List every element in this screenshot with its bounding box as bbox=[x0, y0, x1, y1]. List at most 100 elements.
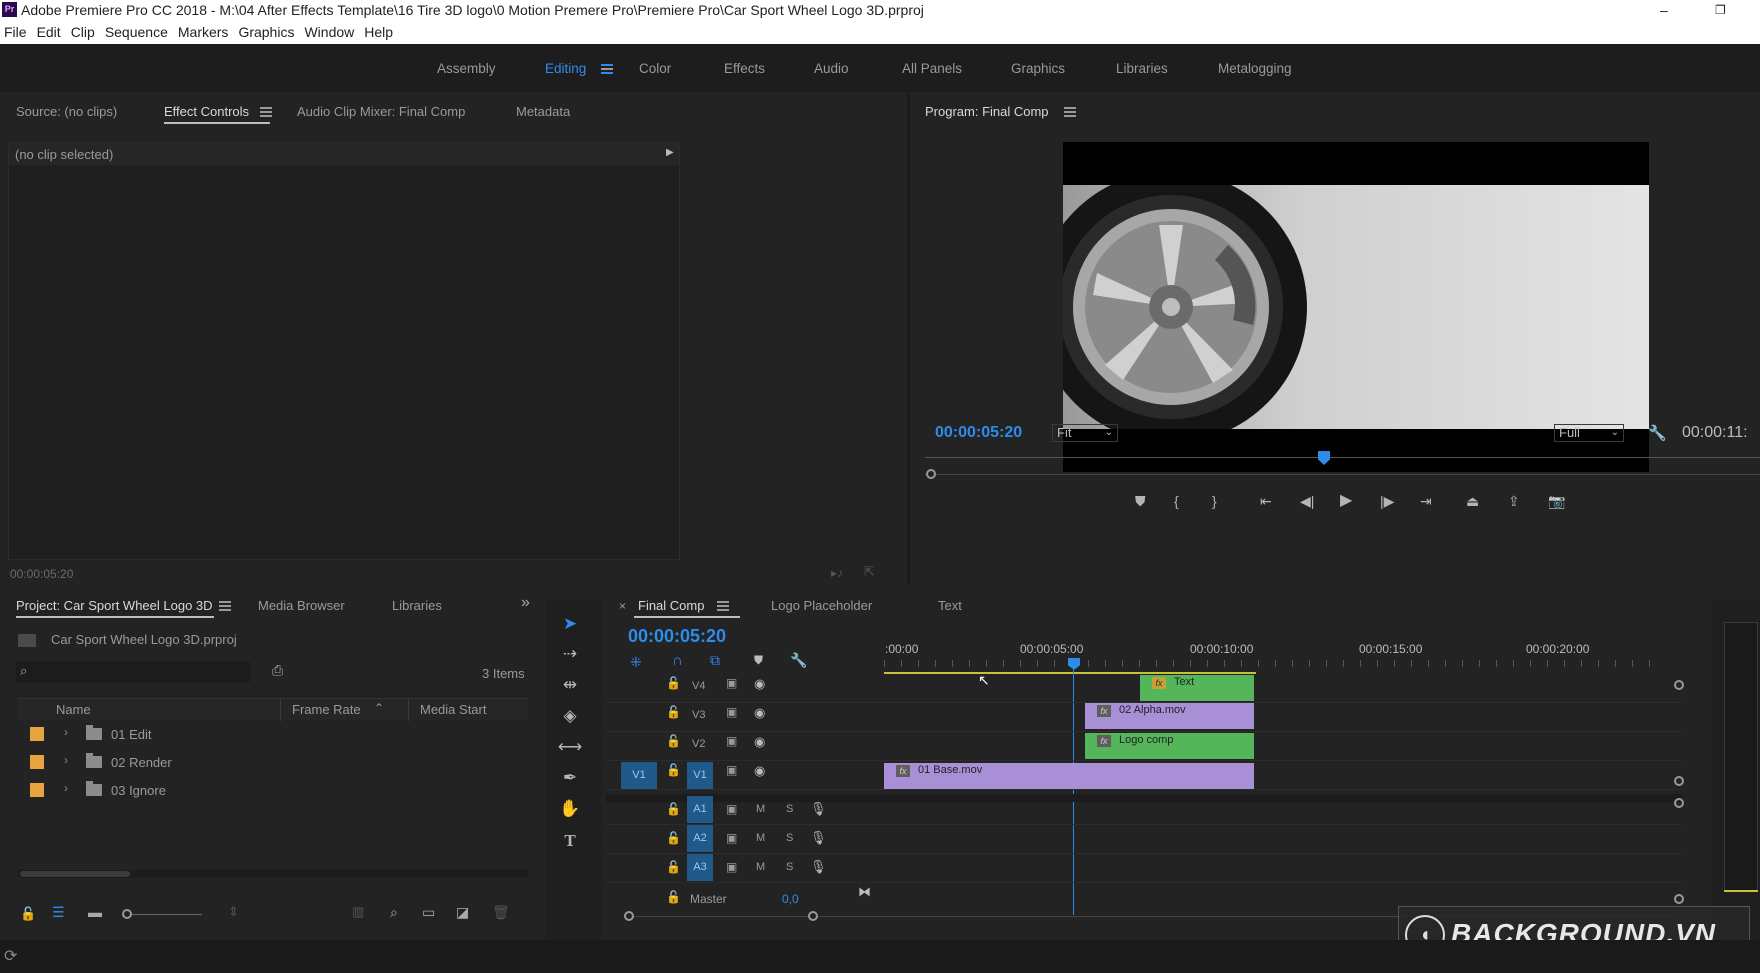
timeline-timecode[interactable]: 00:00:05:20 bbox=[628, 626, 726, 647]
tab-source[interactable]: Source: (no clips) bbox=[16, 104, 117, 119]
workspace-libraries[interactable]: Libraries bbox=[1116, 61, 1168, 76]
vertical-zoom-handle[interactable] bbox=[1674, 680, 1684, 690]
workspace-assembly[interactable]: Assembly bbox=[437, 61, 496, 76]
lock-icon[interactable]: 🔓 bbox=[666, 676, 681, 690]
microphone-icon[interactable]: 🎙 bbox=[810, 801, 827, 817]
scroll-handle-right[interactable] bbox=[808, 911, 818, 921]
eye-icon[interactable]: ◉ bbox=[754, 676, 765, 692]
scroll-handle-left[interactable] bbox=[624, 911, 634, 921]
workspace-editing[interactable]: Editing bbox=[545, 61, 586, 76]
mute-button[interactable]: M bbox=[756, 832, 765, 844]
workspace-effects[interactable]: Effects bbox=[724, 61, 765, 76]
microphone-icon[interactable]: 🎙 bbox=[810, 830, 827, 846]
go-to-in-icon[interactable]: ⇤ bbox=[1260, 492, 1272, 510]
minimize-button[interactable]: – bbox=[1660, 0, 1668, 20]
tab-effect-controls[interactable]: Effect Controls bbox=[164, 104, 249, 119]
source-patch-v1[interactable]: V1 bbox=[621, 762, 657, 789]
horizontal-scrollbar[interactable] bbox=[18, 870, 528, 878]
workspace-menu-icon[interactable] bbox=[601, 64, 613, 74]
tab-media-browser[interactable]: Media Browser bbox=[258, 598, 345, 613]
close-tab-icon[interactable]: × bbox=[619, 599, 626, 613]
extract-icon[interactable]: ⇪ bbox=[1508, 492, 1520, 510]
zoom-slider[interactable] bbox=[122, 914, 202, 915]
workspace-color[interactable]: Color bbox=[639, 61, 671, 76]
timeline-settings-wrench-icon[interactable]: 🔧 bbox=[790, 652, 807, 669]
lock-icon[interactable]: 🔓 bbox=[666, 705, 681, 719]
slip-tool-icon[interactable]: ⟷ bbox=[557, 734, 583, 760]
column-frame-rate[interactable]: Frame Rate bbox=[292, 702, 361, 717]
solo-button[interactable]: S bbox=[786, 832, 793, 844]
list-view-icon[interactable]: ☰ bbox=[52, 904, 65, 921]
go-to-out-icon[interactable]: ⇥ bbox=[1420, 492, 1432, 510]
vertical-zoom-handle[interactable] bbox=[1674, 894, 1684, 904]
menu-window[interactable]: Window bbox=[304, 24, 354, 40]
tab-audio-clip-mixer[interactable]: Audio Clip Mixer: Final Comp bbox=[297, 104, 465, 119]
hand-tool-icon[interactable]: ✋ bbox=[557, 796, 583, 822]
linked-selection-icon[interactable]: ⧉ bbox=[710, 652, 720, 669]
trash-icon[interactable]: 🗑 bbox=[492, 904, 510, 921]
eye-icon[interactable]: ◉ bbox=[754, 734, 765, 750]
solo-button[interactable]: S bbox=[786, 803, 793, 815]
tab-libraries[interactable]: Libraries bbox=[392, 598, 442, 613]
chevron-right-icon[interactable]: › bbox=[64, 781, 68, 795]
eye-icon[interactable]: ◉ bbox=[754, 763, 765, 779]
clip-02-alpha[interactable]: fx 02 Alpha.mov bbox=[1085, 703, 1254, 729]
wrench-icon[interactable]: 🔧 bbox=[1648, 424, 1667, 442]
tab-metadata[interactable]: Metadata bbox=[516, 104, 570, 119]
tab-logo-placeholder[interactable]: Logo Placeholder bbox=[771, 598, 872, 613]
workspace-audio[interactable]: Audio bbox=[814, 61, 849, 76]
menu-edit[interactable]: Edit bbox=[37, 24, 61, 40]
mark-in-icon[interactable]: { bbox=[1174, 492, 1179, 510]
list-item[interactable]: › 01 Edit bbox=[22, 722, 522, 748]
list-item[interactable]: › 03 Ignore bbox=[22, 778, 522, 804]
chevron-right-icon[interactable]: › bbox=[64, 753, 68, 767]
sort-ascending-icon[interactable]: ⌃ bbox=[374, 701, 384, 715]
lock-icon[interactable]: 🔓 bbox=[666, 763, 681, 777]
menu-file[interactable]: File bbox=[4, 24, 27, 40]
step-back-icon[interactable]: ◀| bbox=[1300, 492, 1314, 510]
type-tool-icon[interactable]: T bbox=[557, 828, 583, 854]
panel-divider[interactable] bbox=[907, 94, 910, 584]
step-forward-icon[interactable]: |▶ bbox=[1380, 492, 1394, 510]
quality-dropdown[interactable]: Full ⌄ bbox=[1554, 424, 1624, 442]
export-icon[interactable]: ⇱ bbox=[864, 564, 875, 580]
menu-graphics[interactable]: Graphics bbox=[238, 24, 294, 40]
lock-icon[interactable]: 🔓 bbox=[20, 906, 36, 922]
chevron-right-icon[interactable]: › bbox=[64, 725, 68, 739]
clip-text[interactable]: fx Text bbox=[1140, 675, 1254, 701]
snap-magnet-icon[interactable]: ∩ bbox=[672, 652, 683, 669]
track-label[interactable]: V1 bbox=[687, 762, 713, 789]
lock-icon[interactable]: 🔓 bbox=[666, 890, 681, 904]
label-color-swatch[interactable] bbox=[30, 755, 44, 769]
lock-icon[interactable]: 🔓 bbox=[666, 802, 681, 816]
menu-sequence[interactable]: Sequence bbox=[105, 24, 168, 40]
sync-lock-icon[interactable]: ▣ bbox=[726, 860, 737, 874]
find-icon[interactable]: ⌕ bbox=[390, 904, 398, 921]
track-label[interactable]: V3 bbox=[692, 709, 705, 721]
new-bin-icon[interactable]: ▭ bbox=[422, 904, 435, 921]
fit-dropdown[interactable]: Fit ⌄ bbox=[1052, 424, 1118, 442]
filter-icon[interactable]: ▸♪ bbox=[831, 566, 843, 580]
eye-icon[interactable]: ◉ bbox=[754, 705, 765, 721]
add-marker-icon[interactable]: ⛊ bbox=[754, 653, 763, 668]
render-status-icon[interactable]: ⟳ bbox=[4, 946, 17, 966]
label-color-swatch[interactable] bbox=[30, 727, 44, 741]
new-item-icon[interactable]: ◪ bbox=[456, 904, 469, 921]
list-item[interactable]: › 02 Render bbox=[22, 750, 522, 776]
selection-tool-icon[interactable]: ➤ bbox=[557, 611, 583, 637]
track-select-tool-icon[interactable]: ⇢ bbox=[557, 641, 583, 667]
panel-menu-icon[interactable] bbox=[260, 107, 272, 117]
icon-view-icon[interactable]: ▬ bbox=[88, 904, 102, 920]
automate-icon[interactable]: ▥ bbox=[352, 904, 364, 920]
go-to-end-icon[interactable]: ⧓ bbox=[858, 884, 871, 900]
vertical-zoom-handle[interactable] bbox=[1674, 798, 1684, 808]
label-color-swatch[interactable] bbox=[30, 783, 44, 797]
overflow-chevron-icon[interactable]: » bbox=[521, 594, 530, 612]
find-bin-icon[interactable]: ⎙ bbox=[272, 662, 283, 679]
sync-lock-icon[interactable]: ▣ bbox=[726, 734, 737, 748]
workspace-all-panels[interactable]: All Panels bbox=[902, 61, 962, 76]
zoom-handle[interactable] bbox=[926, 469, 936, 479]
workspace-graphics[interactable]: Graphics bbox=[1011, 61, 1065, 76]
workspace-metalogging[interactable]: Metalogging bbox=[1218, 61, 1292, 76]
play-icon[interactable]: ▶ bbox=[1340, 492, 1352, 510]
